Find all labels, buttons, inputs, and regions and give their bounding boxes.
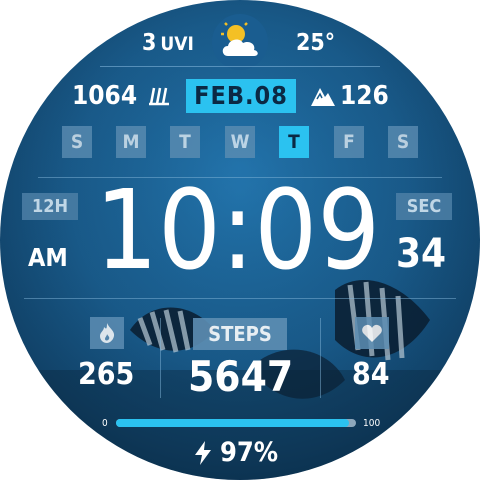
temperature: 25° [296,30,336,56]
battery-bar-fill [116,419,349,427]
ampm-indicator: AM [28,243,68,272]
weekday-saturday: S [388,126,418,158]
divider-vertical-right [320,318,321,398]
mountain-icon [311,88,335,106]
battery-bar [116,419,356,427]
divider-top [100,66,380,67]
weather-complication[interactable] [212,14,268,70]
weekday-thursday: T [279,126,309,158]
seconds-badge: SEC [396,193,452,220]
weekday-friday: F [334,126,364,158]
uv-value: 3 [142,30,157,56]
date-badge[interactable]: FEB.08 [186,79,296,113]
heart-icon [362,324,382,342]
seconds-value: 34 [396,231,447,277]
bolt-icon [195,441,211,465]
battery-percent: 97% [220,437,279,468]
steps-value: 5647 [188,352,294,401]
uv-index: 3 UVI [142,30,194,56]
uv-unit: UVI [160,33,194,55]
divider-vertical-left [160,318,161,398]
battery-min-label: 0 [102,418,108,429]
time-display: 10:09 [95,166,381,294]
battery-max-label: 100 [363,418,381,429]
pressure-icon [149,87,169,106]
steps-label[interactable]: STEPS [193,318,287,350]
calories-value: 265 [78,357,135,392]
elevation-value: 126 [340,81,389,111]
weekday-monday: M [116,126,146,158]
heart-rate-value: 84 [352,357,390,392]
heart-rate-badge[interactable] [355,317,389,349]
calories-badge[interactable] [90,317,124,349]
flame-icon [100,323,115,343]
partly-cloudy-icon [221,22,258,56]
weekday-sunday: S [62,126,92,158]
weekday-wednesday: W [225,126,255,158]
divider-lower [24,298,456,299]
time-format-badge[interactable]: 12H [22,193,78,220]
watch-face: 3 UVI 25° 1064 FEB.08 126 S M T W T F S … [0,0,480,480]
pressure-value: 1064 [72,81,138,111]
weekday-strip: S M T W T F S [60,126,420,160]
weekday-tuesday: T [170,126,200,158]
date-label: FEB.08 [194,81,288,110]
